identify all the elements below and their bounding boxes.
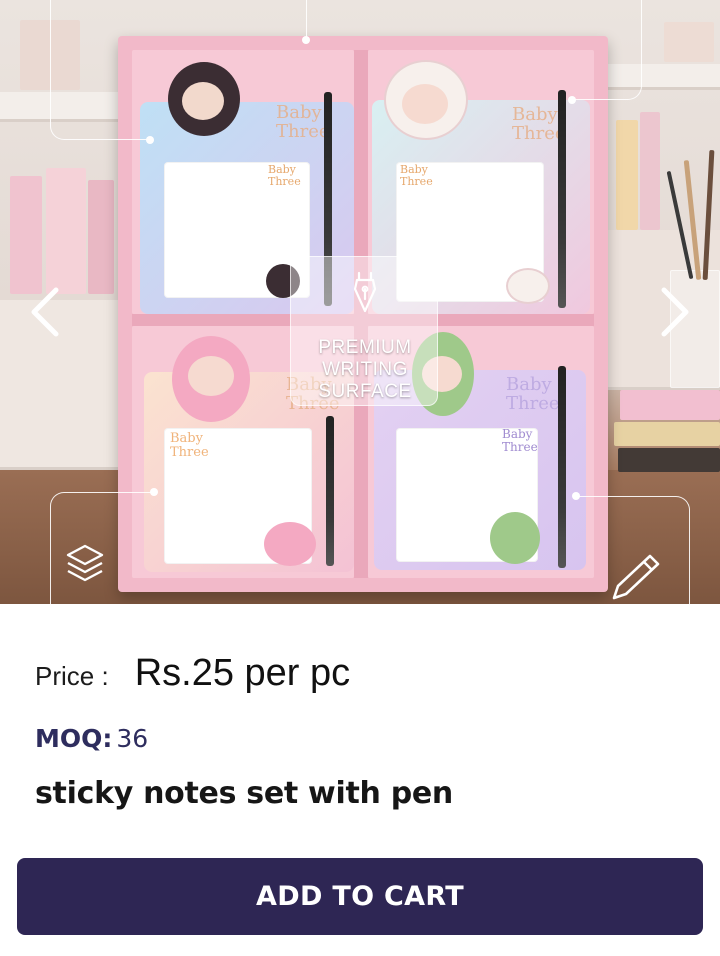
moq-value: 36 <box>116 724 149 753</box>
price-value: Rs.25 per pc <box>134 652 351 694</box>
moq-label: MOQ: <box>35 724 113 753</box>
product-photo: Baby Three Baby Three Baby Three Baby Three … <box>0 0 720 604</box>
badge-label: PREMIUM WRITING SURFACE <box>318 337 412 402</box>
pad-brand-text: Baby Three <box>276 102 330 142</box>
price-label: Price : <box>35 661 109 691</box>
chevron-right-icon <box>661 287 689 337</box>
chevron-left-icon <box>31 287 59 337</box>
product-title: sticky notes set with pen <box>35 776 453 811</box>
carousel-next-button[interactable] <box>654 282 694 342</box>
moq-row: MOQ: 36 <box>35 724 148 753</box>
carousel-prev-button[interactable] <box>26 282 66 342</box>
fountain-pen-nib-icon <box>353 271 377 313</box>
premium-writing-surface-badge: PREMIUM WRITING SURFACE <box>290 256 438 406</box>
layers-icon <box>66 544 104 582</box>
pad-brand-text-small: Baby Three <box>268 163 301 189</box>
product-image-carousel[interactable]: Baby Three Baby Three Baby Three Baby Three … <box>0 0 720 604</box>
add-to-cart-button[interactable]: ADD TO CART <box>17 858 703 935</box>
price-row: Price : Rs.25 per pc <box>35 652 350 695</box>
pen-icon <box>612 554 660 600</box>
